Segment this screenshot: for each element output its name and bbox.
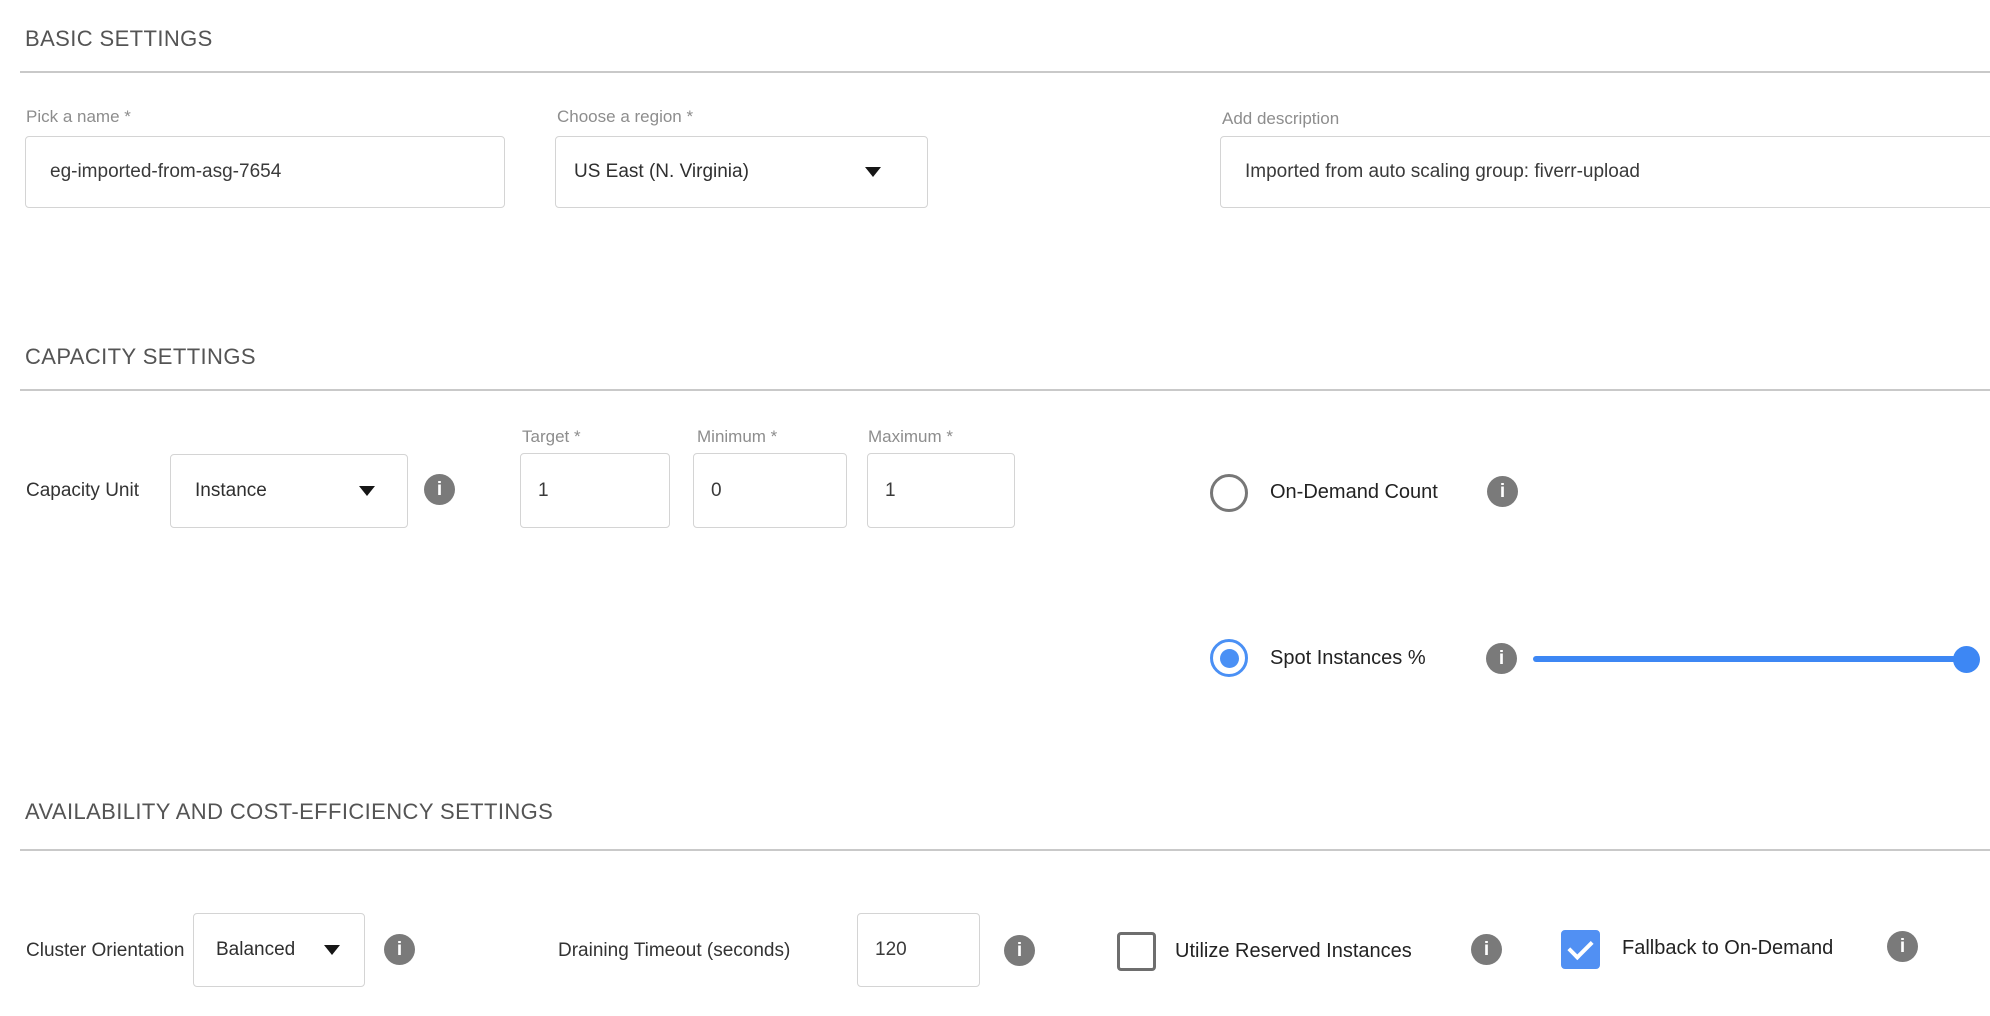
- availability-settings-divider: [20, 849, 1990, 851]
- draining-timeout-label: Draining Timeout (seconds): [558, 941, 790, 960]
- cluster-orientation-label: Cluster Orientation: [26, 941, 184, 960]
- draining-timeout-info-icon[interactable]: i: [1004, 935, 1035, 966]
- utilize-reserved-instances-info-icon[interactable]: i: [1471, 934, 1502, 965]
- on-demand-count-radio[interactable]: [1210, 474, 1248, 512]
- capacity-unit-dropdown[interactable]: Instance: [170, 454, 408, 528]
- basic-settings-title: BASIC SETTINGS: [25, 28, 213, 50]
- spot-percentage-slider-thumb[interactable]: [1953, 646, 1980, 673]
- fallback-on-demand-label: Fallback to On-Demand: [1622, 938, 1833, 958]
- target-input[interactable]: [520, 453, 670, 528]
- spot-instances-radio[interactable]: [1210, 639, 1248, 677]
- description-input[interactable]: [1220, 136, 1990, 208]
- name-input[interactable]: [25, 136, 505, 208]
- on-demand-count-label: On-Demand Count: [1270, 482, 1438, 502]
- cluster-orientation-dropdown-value: Balanced: [216, 939, 295, 961]
- region-dropdown[interactable]: US East (N. Virginia): [555, 136, 928, 208]
- check-icon: [1567, 934, 1593, 960]
- description-field-label: Add description: [1222, 110, 1339, 127]
- capacity-unit-dropdown-value: Instance: [195, 480, 267, 502]
- fallback-on-demand-checkbox[interactable]: [1561, 930, 1600, 969]
- elastigroup-creation-form: BASIC SETTINGS Pick a name * Choose a re…: [0, 0, 1990, 1016]
- chevron-down-icon: [324, 945, 340, 955]
- spot-instances-label: Spot Instances %: [1270, 648, 1426, 668]
- cluster-orientation-dropdown[interactable]: Balanced: [193, 913, 365, 987]
- minimum-field-label: Minimum *: [697, 428, 777, 445]
- capacity-settings-divider: [20, 389, 1990, 391]
- chevron-down-icon: [359, 486, 375, 496]
- chevron-down-icon: [865, 167, 881, 177]
- basic-settings-divider: [20, 71, 1990, 73]
- capacity-settings-title: CAPACITY SETTINGS: [25, 346, 256, 368]
- availability-settings-title: AVAILABILITY AND COST-EFFICIENCY SETTING…: [25, 801, 553, 823]
- spot-percentage-slider-track[interactable]: [1533, 656, 1976, 662]
- spot-instances-info-icon[interactable]: i: [1486, 643, 1517, 674]
- name-field-label: Pick a name *: [26, 108, 131, 125]
- on-demand-count-info-icon[interactable]: i: [1487, 476, 1518, 507]
- target-field-label: Target *: [522, 428, 581, 445]
- maximum-field-label: Maximum *: [868, 428, 953, 445]
- capacity-unit-label: Capacity Unit: [26, 481, 139, 500]
- region-dropdown-value: US East (N. Virginia): [574, 161, 749, 183]
- capacity-unit-info-icon[interactable]: i: [424, 474, 455, 505]
- minimum-input[interactable]: [693, 453, 847, 528]
- utilize-reserved-instances-label: Utilize Reserved Instances: [1175, 941, 1412, 961]
- draining-timeout-input[interactable]: [857, 913, 980, 987]
- radio-dot: [1220, 649, 1239, 668]
- cluster-orientation-info-icon[interactable]: i: [384, 934, 415, 965]
- fallback-on-demand-info-icon[interactable]: i: [1887, 931, 1918, 962]
- region-field-label: Choose a region *: [557, 108, 693, 125]
- utilize-reserved-instances-checkbox[interactable]: [1117, 932, 1156, 971]
- maximum-input[interactable]: [867, 453, 1015, 528]
